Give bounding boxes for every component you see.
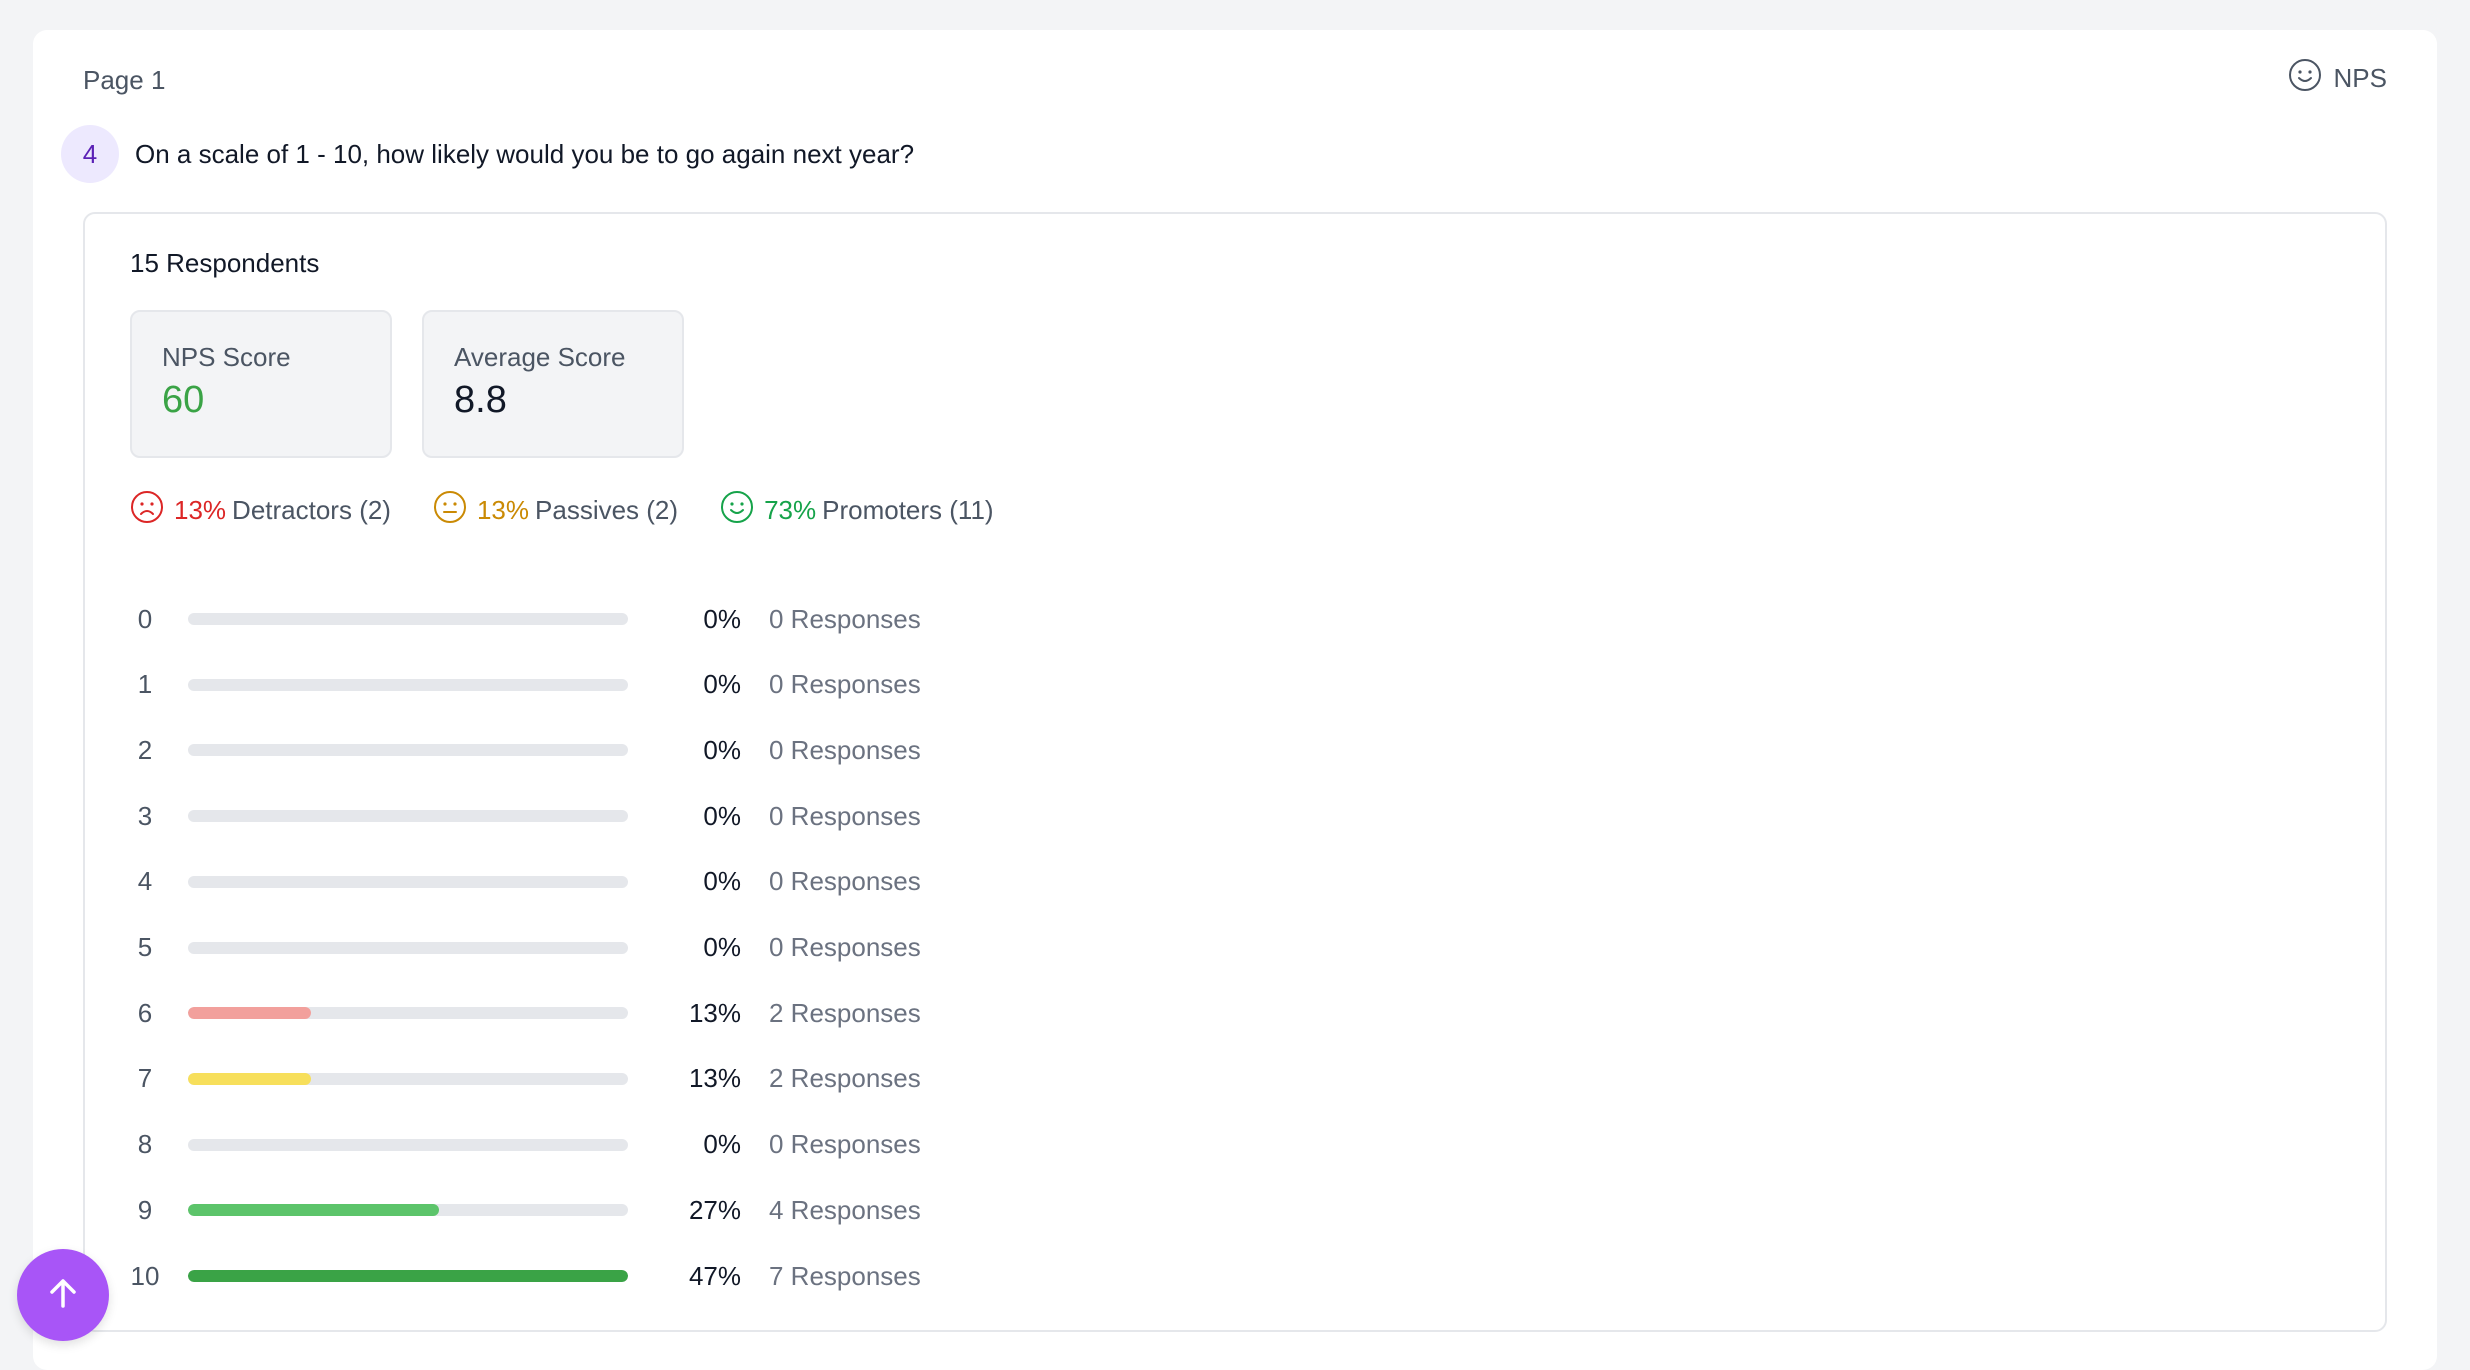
frown-icon — [130, 490, 168, 531]
score-percent: 0% — [703, 932, 741, 962]
distribution-bar-track — [188, 678, 628, 691]
category-detractors: 13% Detractors (2) — [130, 490, 391, 531]
promoters-label: Promoters (11) — [822, 495, 994, 525]
distribution-bar-track — [188, 1138, 628, 1151]
score-label: 10 — [130, 1260, 160, 1291]
distribution-bar-track — [188, 875, 628, 888]
score-percent: 47% — [688, 1260, 741, 1291]
distribution-bar-fill — [188, 1007, 312, 1020]
score-percent: 13% — [688, 1063, 741, 1094]
score-label: 2 — [137, 734, 153, 765]
question-type-tag: NPS — [2288, 58, 2387, 99]
question-text: On a scale of 1 - 10, how likely would y… — [135, 138, 915, 169]
score-responses: 0 Responses — [769, 800, 921, 831]
results-panel: 15 Respondents NPS Score 60 Average Scor… — [83, 212, 2387, 1332]
score-responses: 0 Responses — [769, 603, 921, 634]
score-label: 8 — [137, 1129, 153, 1160]
distribution-row: 1 0% 0 Responses — [85, 665, 1085, 705]
distribution-row: 8 0% 0 Responses — [85, 1125, 1085, 1165]
distribution-row: 7 13% 2 Responses — [85, 1059, 1085, 1099]
score-label: 0 — [137, 603, 153, 634]
distribution-bar-track — [188, 810, 628, 823]
score-percent: 0% — [703, 734, 741, 765]
score-responses: 7 Responses — [769, 1260, 921, 1291]
question-type-label: NPS — [2333, 63, 2387, 93]
passives-label: Passives (2) — [535, 495, 679, 525]
score-label: 1 — [137, 669, 153, 700]
distribution-row: 6 13% 2 Responses — [85, 993, 1085, 1033]
distribution-row: 5 0% 0 Responses — [85, 928, 1085, 968]
nps-score-value: 60 — [162, 379, 205, 421]
distribution-bar-track — [188, 941, 628, 954]
detractors-label: Detractors (2) — [232, 495, 391, 525]
passives-percent: 13% — [476, 495, 530, 525]
respondents-count: 15 Respondents — [130, 248, 320, 278]
question-header: 4 On a scale of 1 - 10, how likely would… — [61, 125, 914, 183]
nps-score-label: NPS Score — [162, 342, 291, 372]
score-percent: 0% — [703, 800, 741, 831]
distribution-row: 0 0% 0 Responses — [85, 599, 1085, 639]
score-percent: 0% — [703, 866, 741, 897]
category-promoters: 73% Promoters (11) — [720, 490, 994, 531]
distribution-row: 2 0% 0 Responses — [85, 730, 1085, 770]
average-score-value: 8.8 — [454, 379, 507, 421]
average-score-label: Average Score — [454, 342, 626, 372]
detractors-percent: 13% — [174, 495, 227, 525]
smiley-icon — [2288, 58, 2322, 99]
nps-categories: 13% Detractors (2) 13% Passives (2) 73% … — [130, 490, 994, 531]
distribution-bar-track — [188, 1270, 628, 1282]
distribution-bar-track — [188, 613, 628, 625]
distribution-bar-fill — [188, 1072, 312, 1085]
score-label: 6 — [137, 997, 153, 1028]
question-card: Page 1 NPS 4 On a scale of 1 - 10, how l… — [33, 30, 2437, 1370]
score-responses: 0 Responses — [769, 866, 921, 897]
score-responses: 4 Responses — [769, 1194, 921, 1225]
score-percent: 27% — [688, 1194, 741, 1225]
distribution-bar-track — [188, 1204, 628, 1217]
distribution-row: 9 27% 4 Responses — [85, 1190, 1085, 1230]
average-score-card: Average Score 8.8 — [422, 310, 684, 458]
neutral-face-icon — [433, 490, 471, 531]
score-label: 4 — [137, 866, 153, 897]
question-number-badge: 4 — [61, 125, 119, 183]
distribution-bar-fill — [188, 1270, 628, 1282]
distribution-bar-track — [188, 1072, 628, 1085]
distribution-row: 4 0% 0 Responses — [85, 862, 1085, 902]
score-label: 3 — [137, 800, 153, 831]
score-percent: 13% — [688, 997, 741, 1028]
scroll-to-top-button[interactable] — [17, 1249, 109, 1341]
score-responses: 0 Responses — [769, 734, 921, 765]
distribution-bar-track — [188, 744, 628, 757]
score-percent: 0% — [703, 1129, 741, 1160]
smile-icon — [720, 490, 758, 531]
score-responses: 0 Responses — [769, 1129, 921, 1160]
distribution-row: 10 47% 7 Responses — [85, 1256, 1085, 1296]
distribution-bar-track — [188, 1007, 628, 1020]
distribution-row: 3 0% 0 Responses — [85, 796, 1085, 836]
score-percent: 0% — [703, 603, 741, 634]
score-responses: 2 Responses — [769, 997, 921, 1028]
category-passives: 13% Passives (2) — [433, 490, 678, 531]
score-responses: 0 Responses — [769, 669, 921, 700]
score-label: 5 — [137, 932, 153, 962]
score-label: 7 — [137, 1063, 153, 1094]
arrow-up-icon — [43, 1273, 83, 1318]
score-responses: 0 Responses — [769, 932, 921, 962]
page-label: Page 1 — [83, 65, 166, 95]
distribution-bar-fill — [188, 1204, 439, 1217]
score-label: 9 — [137, 1194, 153, 1225]
promoters-percent: 73% — [764, 495, 817, 525]
score-responses: 2 Responses — [769, 1063, 921, 1094]
score-percent: 0% — [703, 669, 741, 700]
nps-score-card: NPS Score 60 — [130, 310, 392, 458]
